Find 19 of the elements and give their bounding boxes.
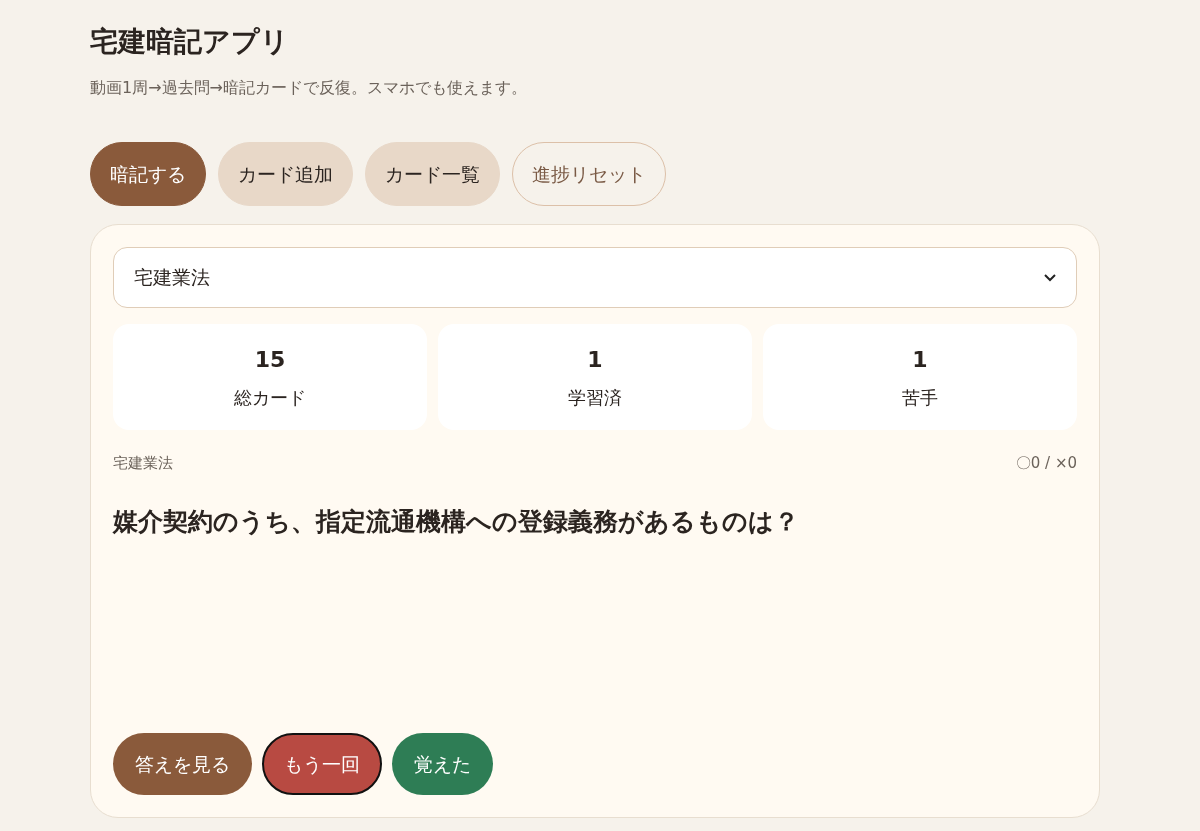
remembered-button[interactable]: 覚えた — [392, 733, 493, 795]
stat-value: 1 — [587, 346, 603, 374]
stat-label: 苦手 — [902, 386, 938, 410]
again-button[interactable]: もう一回 — [262, 733, 382, 795]
question-text: 媒介契約のうち、指定流通機構への登録義務があるものは？ — [113, 505, 799, 538]
tab[interactable]: 暗記する — [90, 142, 206, 206]
app-subtitle: 動画1周→過去問→暗記カードで反復。スマホでも使えます。 — [90, 77, 527, 99]
app-title: 宅建暗記アプリ — [90, 24, 289, 60]
chevron-down-icon — [1044, 273, 1056, 282]
card-category: 宅建業法 — [113, 453, 173, 474]
tab[interactable]: カード一覧 — [365, 142, 500, 206]
stat-value: 1 — [912, 346, 928, 374]
stat-label: 学習済 — [568, 386, 622, 410]
score-counter: 〇0 / ×0 — [1015, 453, 1077, 474]
category-select[interactable]: 宅建業法 — [113, 247, 1077, 308]
tab[interactable]: カード追加 — [218, 142, 353, 206]
show-answer-button[interactable]: 答えを見る — [113, 733, 252, 795]
stat-label: 総カード — [234, 386, 306, 410]
stat-value: 15 — [254, 346, 286, 374]
